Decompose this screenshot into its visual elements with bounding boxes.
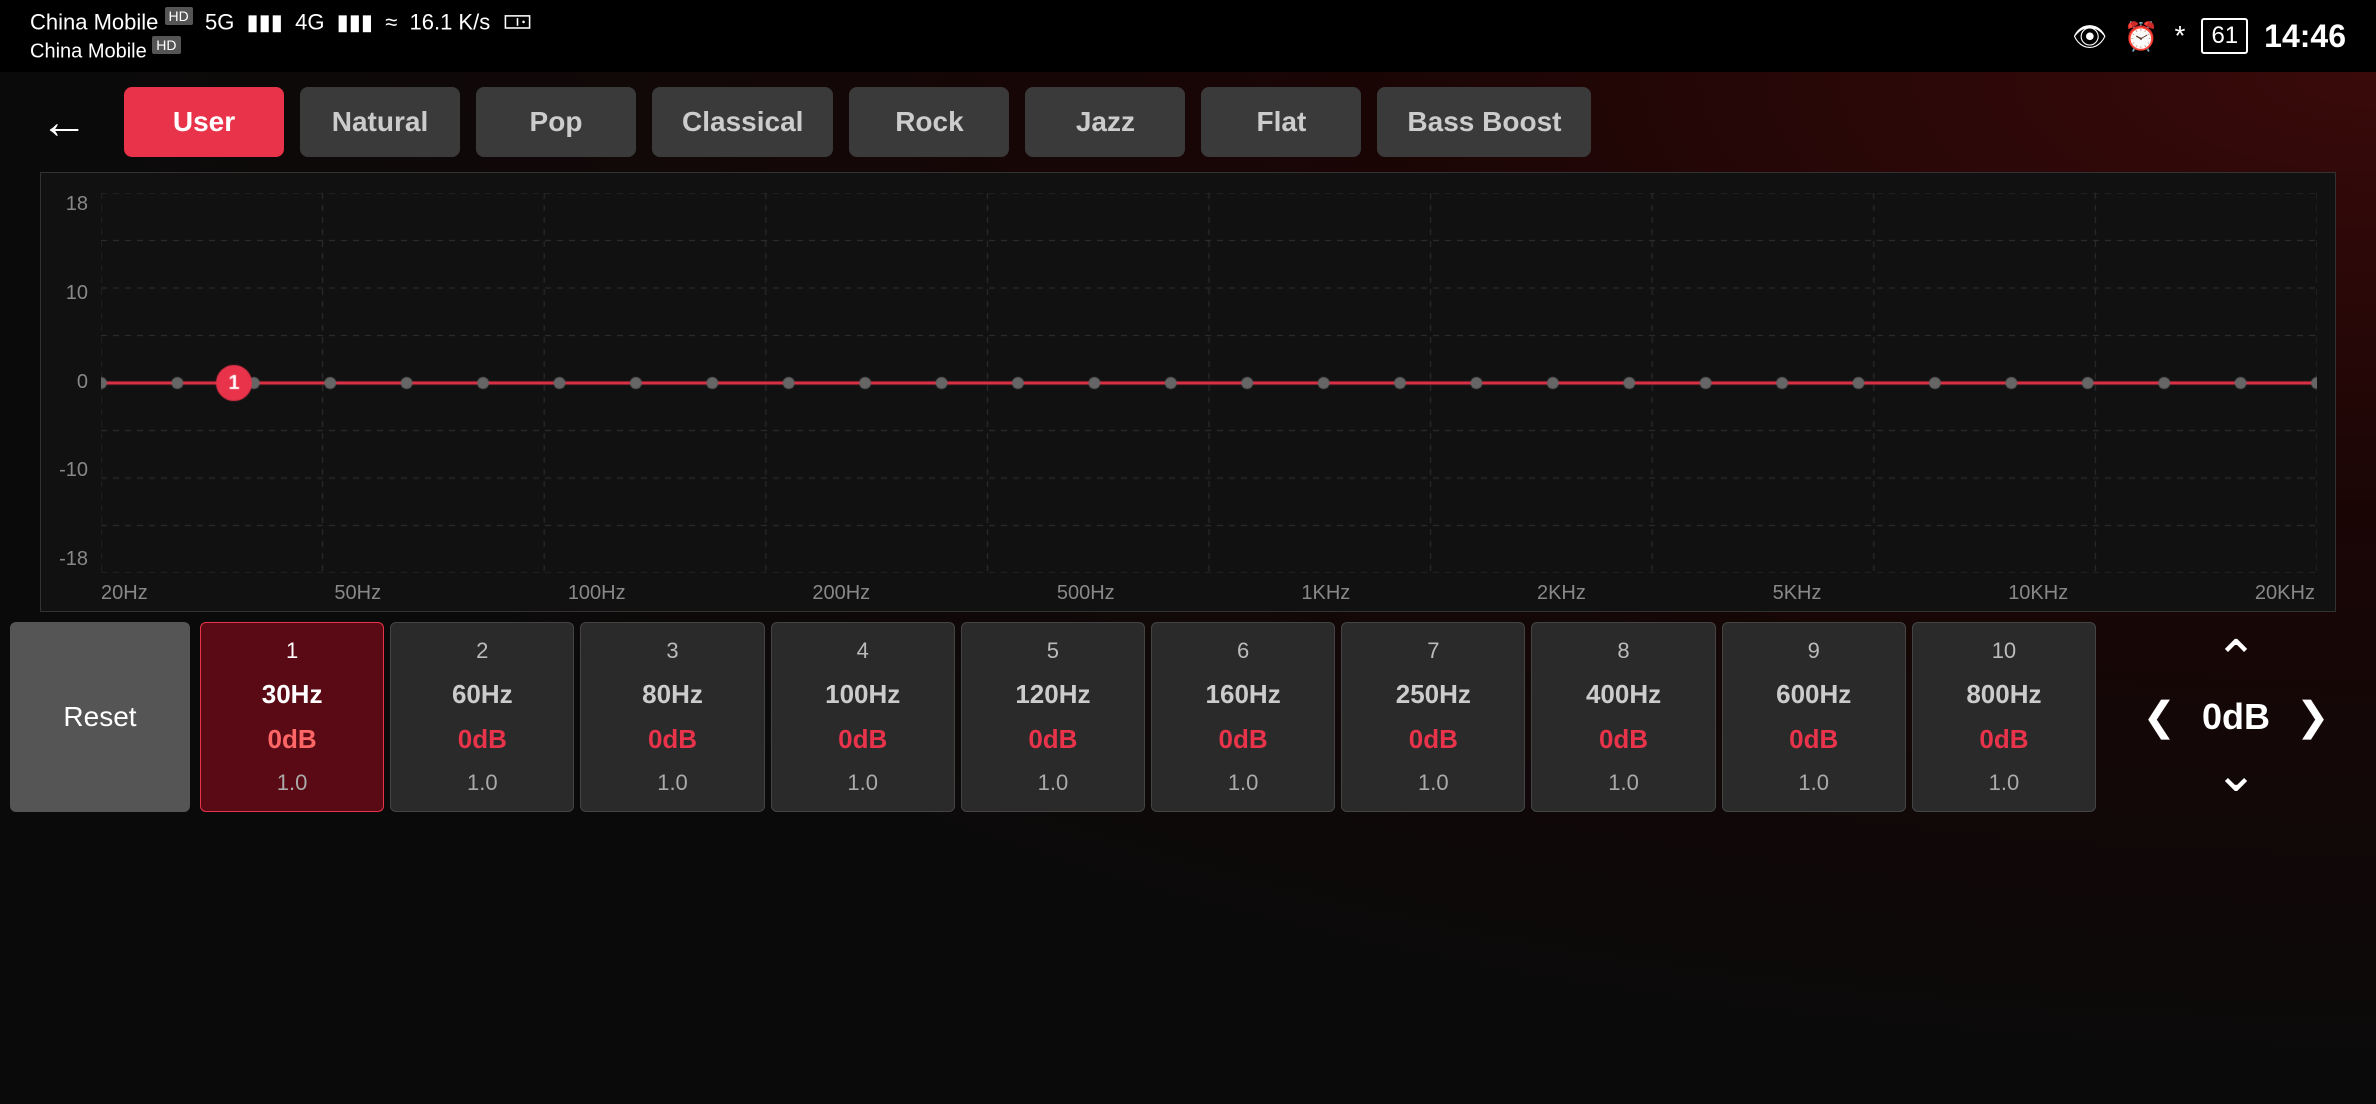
reset-button[interactable]: Reset bbox=[10, 622, 190, 812]
preset-btn-jazz[interactable]: Jazz bbox=[1025, 87, 1185, 157]
carrier2-label: China Mobile HD bbox=[30, 37, 532, 64]
carrier1-label: China Mobile HD 5G ▮▮▮ 4G ▮▮▮ ≈ 16.1 K/s… bbox=[30, 8, 532, 35]
bands-area: 1 30Hz 0dB 1.0 2 60Hz 0dB 1.0 3 80Hz 0dB… bbox=[200, 622, 2096, 812]
band-cell-8[interactable]: 8 400Hz 0dB 1.0 bbox=[1531, 622, 1715, 812]
time-display: 14:46 bbox=[2264, 18, 2346, 55]
preset-header: ← UserNaturalPopClassicalRockJazzFlatBas… bbox=[0, 72, 2376, 172]
status-right: 👁 ⏰ * 61 14:46 bbox=[2072, 18, 2346, 55]
status-bar: China Mobile HD 5G ▮▮▮ 4G ▮▮▮ ≈ 16.1 K/s… bbox=[0, 0, 2376, 72]
band-cell-3[interactable]: 3 80Hz 0dB 1.0 bbox=[580, 622, 764, 812]
band-cell-4[interactable]: 4 100Hz 0dB 1.0 bbox=[771, 622, 955, 812]
preset-btn-user[interactable]: User bbox=[124, 87, 284, 157]
preset-btn-bass-boost[interactable]: Bass Boost bbox=[1377, 87, 1591, 157]
preset-btn-natural[interactable]: Natural bbox=[300, 87, 460, 157]
back-button[interactable]: ← bbox=[40, 95, 88, 150]
preset-btn-pop[interactable]: Pop bbox=[476, 87, 636, 157]
band-cell-9[interactable]: 9 600Hz 0dB 1.0 bbox=[1722, 622, 1906, 812]
eq-chart: 18 10 0 -10 -18 20Hz 50Hz 100Hz 200Hz 50… bbox=[40, 172, 2336, 612]
nav-value-display: 0dB bbox=[2196, 696, 2276, 738]
nav-up-button[interactable]: ⌃ bbox=[2214, 634, 2258, 686]
nav-down-button[interactable]: ⌄ bbox=[2214, 748, 2258, 800]
eq-canvas[interactable] bbox=[101, 193, 2317, 573]
preset-btn-rock[interactable]: Rock bbox=[849, 87, 1009, 157]
band-cell-7[interactable]: 7 250Hz 0dB 1.0 bbox=[1341, 622, 1525, 812]
preset-buttons: UserNaturalPopClassicalRockJazzFlatBass … bbox=[124, 87, 1591, 157]
band-controls: Reset 1 30Hz 0dB 1.0 2 60Hz 0dB 1.0 3 80… bbox=[0, 612, 2376, 812]
bluetooth-icon: * bbox=[2175, 20, 2186, 52]
x-axis: 20Hz 50Hz 100Hz 200Hz 500Hz 1KHz 2KHz 5K… bbox=[101, 575, 2315, 611]
nav-row: ❮ 0dB ❯ bbox=[2142, 696, 2329, 738]
band-cell-6[interactable]: 6 160Hz 0dB 1.0 bbox=[1151, 622, 1335, 812]
battery-indicator: 61 bbox=[2201, 18, 2248, 54]
y-axis: 18 10 0 -10 -18 bbox=[41, 193, 96, 571]
nav-controls: ⌃ ❮ 0dB ❯ ⌄ bbox=[2096, 622, 2376, 812]
preset-btn-flat[interactable]: Flat bbox=[1201, 87, 1361, 157]
band-cell-10[interactable]: 10 800Hz 0dB 1.0 bbox=[1912, 622, 2096, 812]
alarm-icon: ⏰ bbox=[2124, 20, 2159, 53]
eye-icon: 👁 bbox=[2072, 20, 2108, 53]
band-cell-2[interactable]: 2 60Hz 0dB 1.0 bbox=[390, 622, 574, 812]
nav-left-button[interactable]: ❮ bbox=[2142, 697, 2176, 737]
main-content: ← UserNaturalPopClassicalRockJazzFlatBas… bbox=[0, 72, 2376, 1104]
preset-btn-classical[interactable]: Classical bbox=[652, 87, 833, 157]
nav-right-button[interactable]: ❯ bbox=[2296, 697, 2330, 737]
band-cell-5[interactable]: 5 120Hz 0dB 1.0 bbox=[961, 622, 1145, 812]
carrier-info: China Mobile HD 5G ▮▮▮ 4G ▮▮▮ ≈ 16.1 K/s… bbox=[30, 8, 532, 64]
band-cell-1[interactable]: 1 30Hz 0dB 1.0 bbox=[200, 622, 384, 812]
